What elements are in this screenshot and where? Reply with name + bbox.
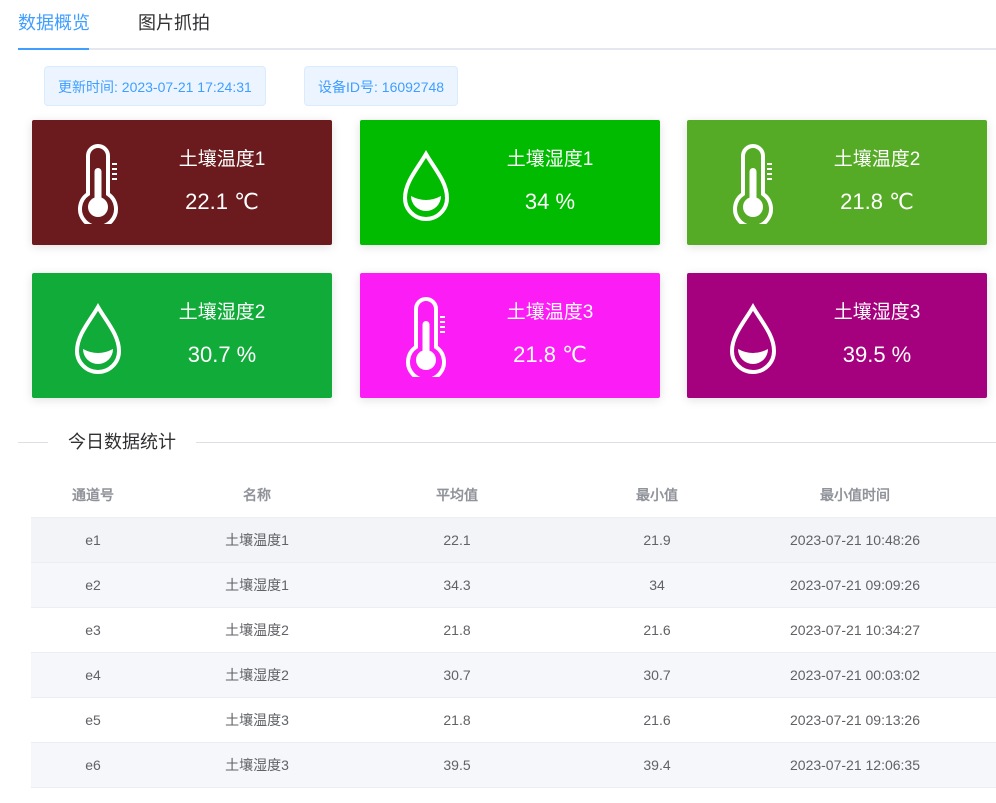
- water-drop-icon: [725, 297, 781, 377]
- stats-table: 通道号 名称 平均值 最小值 最小值时间 e1 土壤温度1 22.1 21.9 …: [31, 473, 996, 788]
- column-header: 最小值: [636, 487, 678, 503]
- sensor-card-soil-humidity-3: 土壤湿度3 39.5 %: [687, 273, 987, 398]
- table-row[interactable]: e3 土壤温度2 21.8 21.6 2023-07-21 10:34:27: [31, 608, 996, 653]
- table-cell: e1: [85, 532, 101, 548]
- sensor-value: 21.8 ℃: [840, 189, 914, 214]
- table-row[interactable]: e2 土壤湿度1 34.3 34 2023-07-21 09:09:26: [31, 563, 996, 608]
- table-cell: e4: [85, 667, 101, 683]
- sensor-value: 21.8 ℃: [513, 342, 587, 367]
- thermometer-icon: [70, 144, 126, 224]
- table-row[interactable]: e1 土壤温度1 22.1 21.9 2023-07-21 10:48:26: [31, 518, 996, 563]
- sensor-card-soil-temp-1: 土壤温度1 22.1 ℃: [32, 120, 332, 245]
- sensor-name: 土壤温度1: [178, 149, 266, 170]
- thermometer-icon: [725, 144, 781, 224]
- column-header: 通道号: [72, 487, 114, 503]
- table-cell: e6: [85, 757, 101, 773]
- table-cell: 21.8: [443, 712, 471, 728]
- table-header: 通道号 名称 平均值 最小值 最小值时间: [31, 473, 996, 518]
- table-cell: 2023-07-21 00:03:02: [790, 667, 920, 683]
- section-title: 今日数据统计: [48, 430, 196, 454]
- table-cell: e5: [85, 712, 101, 728]
- table-cell: 39.5: [443, 757, 471, 773]
- update-time-tag: 更新时间: 2023-07-21 17:24:31: [44, 66, 266, 106]
- table-cell: 2023-07-21 10:34:27: [790, 622, 920, 638]
- sensor-name: 土壤湿度3: [833, 302, 921, 323]
- table-cell: e2: [85, 577, 101, 593]
- sensor-name: 土壤温度2: [833, 149, 921, 170]
- table-cell: 34.3: [443, 577, 471, 593]
- tab-bar: 数据概览 图片抓拍: [18, 0, 996, 50]
- table-cell: e3: [85, 622, 101, 638]
- sensor-value: 22.1 ℃: [185, 189, 259, 214]
- sensor-name: 土壤温度3: [506, 302, 594, 323]
- tab-photo-capture[interactable]: 图片抓拍: [138, 10, 210, 36]
- active-tab-indicator: [18, 48, 89, 50]
- table-cell: 21.9: [643, 532, 671, 548]
- table-cell: 22.1: [443, 532, 471, 548]
- table-cell: 2023-07-21 12:06:35: [790, 757, 920, 773]
- column-header: 平均值: [436, 487, 478, 503]
- table-cell: 土壤温度2: [225, 622, 289, 638]
- water-drop-icon: [398, 144, 454, 224]
- table-cell: 土壤湿度3: [225, 757, 289, 773]
- table-cell: 2023-07-21 10:48:26: [790, 532, 920, 548]
- table-cell: 土壤温度3: [225, 712, 289, 728]
- device-id-tag: 设备ID号: 16092748: [304, 66, 459, 106]
- sensor-card-soil-temp-3: 土壤温度3 21.8 ℃: [360, 273, 660, 398]
- column-header: 名称: [243, 487, 271, 503]
- table-cell: 34: [649, 577, 665, 593]
- table-row[interactable]: e6 土壤湿度3 39.5 39.4 2023-07-21 12:06:35: [31, 743, 996, 788]
- thermometer-icon: [398, 297, 454, 377]
- table-cell: 30.7: [443, 667, 471, 683]
- sensor-card-soil-humidity-1: 土壤湿度1 34 %: [360, 120, 660, 245]
- tab-data-overview[interactable]: 数据概览: [18, 10, 90, 36]
- sensor-card-soil-temp-2: 土壤温度2 21.8 ℃: [687, 120, 987, 245]
- sensor-value: 30.7 %: [187, 342, 257, 367]
- table-row[interactable]: e5 土壤温度3 21.8 21.6 2023-07-21 09:13:26: [31, 698, 996, 743]
- table-row[interactable]: e4 土壤湿度2 30.7 30.7 2023-07-21 00:03:02: [31, 653, 996, 698]
- table-cell: 土壤湿度1: [225, 577, 289, 593]
- water-drop-icon: [70, 297, 126, 377]
- sensor-card-soil-humidity-2: 土壤湿度2 30.7 %: [32, 273, 332, 398]
- table-cell: 2023-07-21 09:09:26: [790, 577, 920, 593]
- table-cell: 土壤温度1: [225, 532, 289, 548]
- sensor-name: 土壤湿度1: [506, 149, 594, 170]
- sensor-value: 39.5 %: [842, 342, 912, 367]
- sensor-value: 34 %: [524, 189, 576, 214]
- table-cell: 21.6: [643, 712, 671, 728]
- column-header: 最小值时间: [820, 487, 890, 503]
- table-cell: 30.7: [643, 667, 671, 683]
- table-cell: 土壤湿度2: [225, 667, 289, 683]
- table-cell: 21.6: [643, 622, 671, 638]
- table-cell: 39.4: [643, 757, 671, 773]
- table-cell: 21.8: [443, 622, 471, 638]
- table-cell: 2023-07-21 09:13:26: [790, 712, 920, 728]
- sensor-name: 土壤湿度2: [178, 302, 266, 323]
